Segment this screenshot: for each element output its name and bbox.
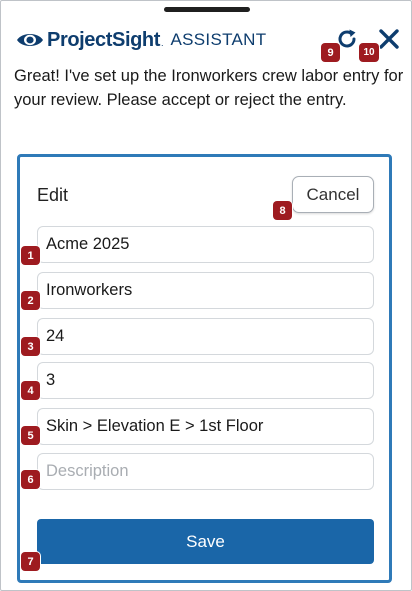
edit-title: Edit xyxy=(37,185,69,205)
location-field[interactable] xyxy=(37,408,374,445)
badge-4: 4 xyxy=(21,381,40,400)
badge-2: 2 xyxy=(21,291,40,310)
badge-7: 7 xyxy=(21,552,40,571)
cancel-button[interactable]: Cancel xyxy=(292,176,374,213)
badge-8: 8 xyxy=(273,201,292,220)
description-field[interactable] xyxy=(37,453,374,490)
close-icon xyxy=(379,29,399,49)
badge-10: 10 xyxy=(359,43,379,62)
project-field[interactable] xyxy=(37,226,374,263)
close-button[interactable] xyxy=(376,26,402,52)
badge-1: 1 xyxy=(21,246,40,265)
badge-6: 6 xyxy=(21,470,40,489)
badge-9: 9 xyxy=(321,43,340,62)
crew-count-field[interactable] xyxy=(37,362,374,399)
drag-handle[interactable] xyxy=(164,7,250,12)
brand-name: ProjectSight xyxy=(47,28,160,51)
badge-3: 3 xyxy=(21,337,40,356)
eye-logo-icon xyxy=(17,34,43,46)
trade-field[interactable] xyxy=(37,272,374,309)
badge-5: 5 xyxy=(21,426,40,445)
hours-field[interactable] xyxy=(37,318,374,355)
assistant-message: Great! I've set up the Ironworkers crew … xyxy=(14,67,404,109)
brand-mark: . xyxy=(161,38,164,48)
save-button[interactable]: Save xyxy=(37,519,374,564)
assistant-label: ASSISTANT xyxy=(170,30,267,49)
